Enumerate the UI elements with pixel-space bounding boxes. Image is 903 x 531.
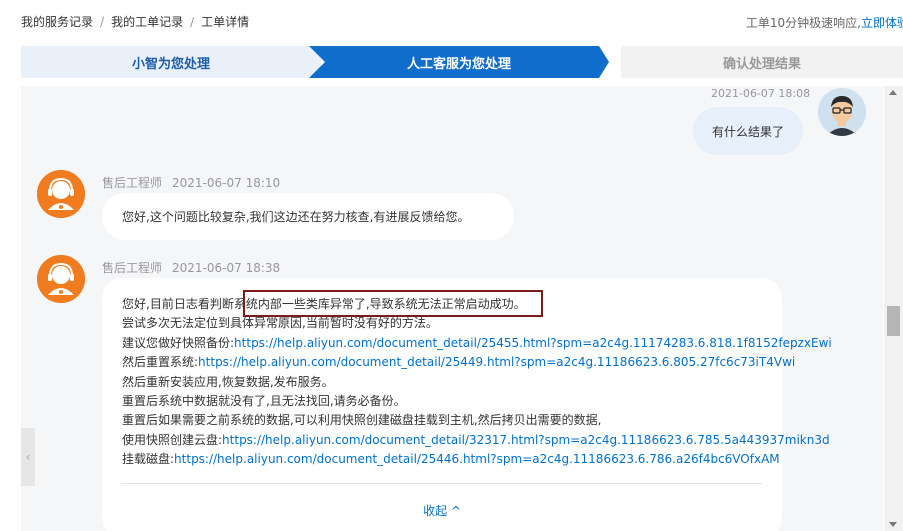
message-time: 2021-06-07 18:10 — [172, 176, 281, 190]
create-cloud-disk-link[interactable]: https://help.aliyun.com/document_detail/… — [222, 433, 830, 447]
line-text: 建议您做好快照备份: — [122, 335, 235, 350]
line-text: 挂载磁盘: — [122, 452, 175, 467]
headset-icon — [37, 170, 85, 218]
breadcrumb-ticket-records[interactable]: 我的工单记录 — [111, 15, 183, 29]
message-line: 挂载磁盘:https://help.aliyun.com/document_de… — [122, 450, 780, 469]
line-text: 重置后如果需要之前系统的数据,可以利用快照创建磁盘挂载到主机,然后拷贝出需要的数… — [122, 413, 602, 428]
highlight-box — [243, 290, 543, 317]
scroll-thumb[interactable] — [887, 306, 900, 336]
step-label: 确认处理结果 — [722, 56, 801, 72]
user-message-bubble: 有什么结果了 — [693, 107, 803, 155]
line-text: 尝试多次无法定位到具体异常原因,当前暂时没有好的方法。 — [122, 316, 438, 331]
mount-disk-link[interactable]: https://help.aliyun.com/document_detail/… — [174, 452, 780, 466]
line-text: 使用快照创建云盘: — [122, 432, 223, 447]
message-line: 尝试多次无法定位到具体异常原因,当前暂时没有好的方法。 — [122, 314, 762, 333]
collapse-label: 收起 ^ — [423, 504, 461, 518]
user-avatar-icon — [818, 88, 866, 136]
breadcrumb-separator: / — [190, 15, 195, 29]
top-bar: 我的服务记录 / 我的工单记录 / 工单详情 工单10分钟极速响应,立即体验 — [0, 0, 903, 44]
sender-name: 售后工程师 — [102, 261, 163, 275]
message-line: 重置后系统中数据就没有了,且无法找回,请务必备份。 — [122, 392, 762, 411]
engineer-message-bubble: 您好,这个问题比较复杂,我们这边还在努力核查,有进展反馈给您。 — [102, 193, 514, 240]
message-meta: 售后工程师 2021-06-07 18:10 — [102, 174, 280, 191]
user-message-time: 2021-06-07 18:08 — [711, 87, 811, 100]
try-now-link[interactable]: 立即体验 — [861, 16, 903, 30]
reset-system-link[interactable]: https://help.aliyun.com/document_detail/… — [198, 355, 795, 369]
breadcrumb: 我的服务记录 / 我的工单记录 / 工单详情 — [21, 13, 249, 30]
step-label: 小智为您处理 — [131, 56, 210, 72]
step-bot-handling: 小智为您处理 — [21, 46, 321, 78]
scrollbar[interactable] — [884, 86, 903, 531]
headset-icon — [37, 255, 85, 303]
line-text: 然后重置系统: — [122, 355, 199, 370]
user-message-text: 有什么结果了 — [711, 124, 784, 139]
user-avatar — [818, 88, 866, 136]
progress-steps: 小智为您处理 人工客服为您处理 确认处理结果 — [21, 46, 903, 78]
breadcrumb-service-records[interactable]: 我的服务记录 — [21, 15, 93, 29]
message-line: 使用快照创建云盘:https://help.aliyun.com/documen… — [122, 431, 830, 450]
message-time: 2021-06-07 18:38 — [172, 261, 281, 275]
step-confirm-result: 确认处理结果 — [621, 46, 903, 78]
chevron-left-icon[interactable]: ‹ — [21, 428, 35, 486]
engineer-avatar — [37, 255, 85, 303]
step-agent-handling: 人工客服为您处理 — [309, 46, 609, 78]
engineer-avatar — [37, 170, 85, 218]
message-text: 您好,这个问题比较复杂,我们这边还在努力核查,有进展反馈给您。 — [122, 210, 470, 224]
step-label: 人工客服为您处理 — [406, 56, 511, 72]
line-text: 重置后系统中数据就没有了,且无法找回,请务必备份。 — [122, 393, 406, 408]
scroll-up-icon[interactable] — [889, 90, 897, 95]
sender-name: 售后工程师 — [102, 176, 163, 190]
snapshot-backup-link[interactable]: https://help.aliyun.com/document_detail/… — [234, 336, 832, 350]
notice-text: 工单10分钟极速响应, — [745, 16, 861, 30]
divider — [122, 483, 762, 484]
collapse-button[interactable]: 收起 ^ — [102, 502, 782, 519]
breadcrumb-separator: / — [100, 15, 105, 29]
line-text: 然后重新安装应用,恢复数据,发布服务。 — [122, 374, 334, 389]
scroll-down-icon[interactable] — [889, 522, 897, 527]
message-line: 建议您做好快照备份:https://help.aliyun.com/docume… — [122, 334, 832, 353]
breadcrumb-ticket-detail: 工单详情 — [201, 15, 250, 29]
message-line: 然后重置系统:https://help.aliyun.com/document_… — [122, 353, 795, 372]
message-line: 重置后如果需要之前系统的数据,可以利用快照创建磁盘挂载到主机,然后拷贝出需要的数… — [122, 411, 762, 430]
response-notice: 工单10分钟极速响应,立即体验 — [746, 14, 903, 31]
message-meta: 售后工程师 2021-06-07 18:38 — [102, 259, 280, 276]
message-line: 然后重新安装应用,恢复数据,发布服务。 — [122, 373, 762, 392]
